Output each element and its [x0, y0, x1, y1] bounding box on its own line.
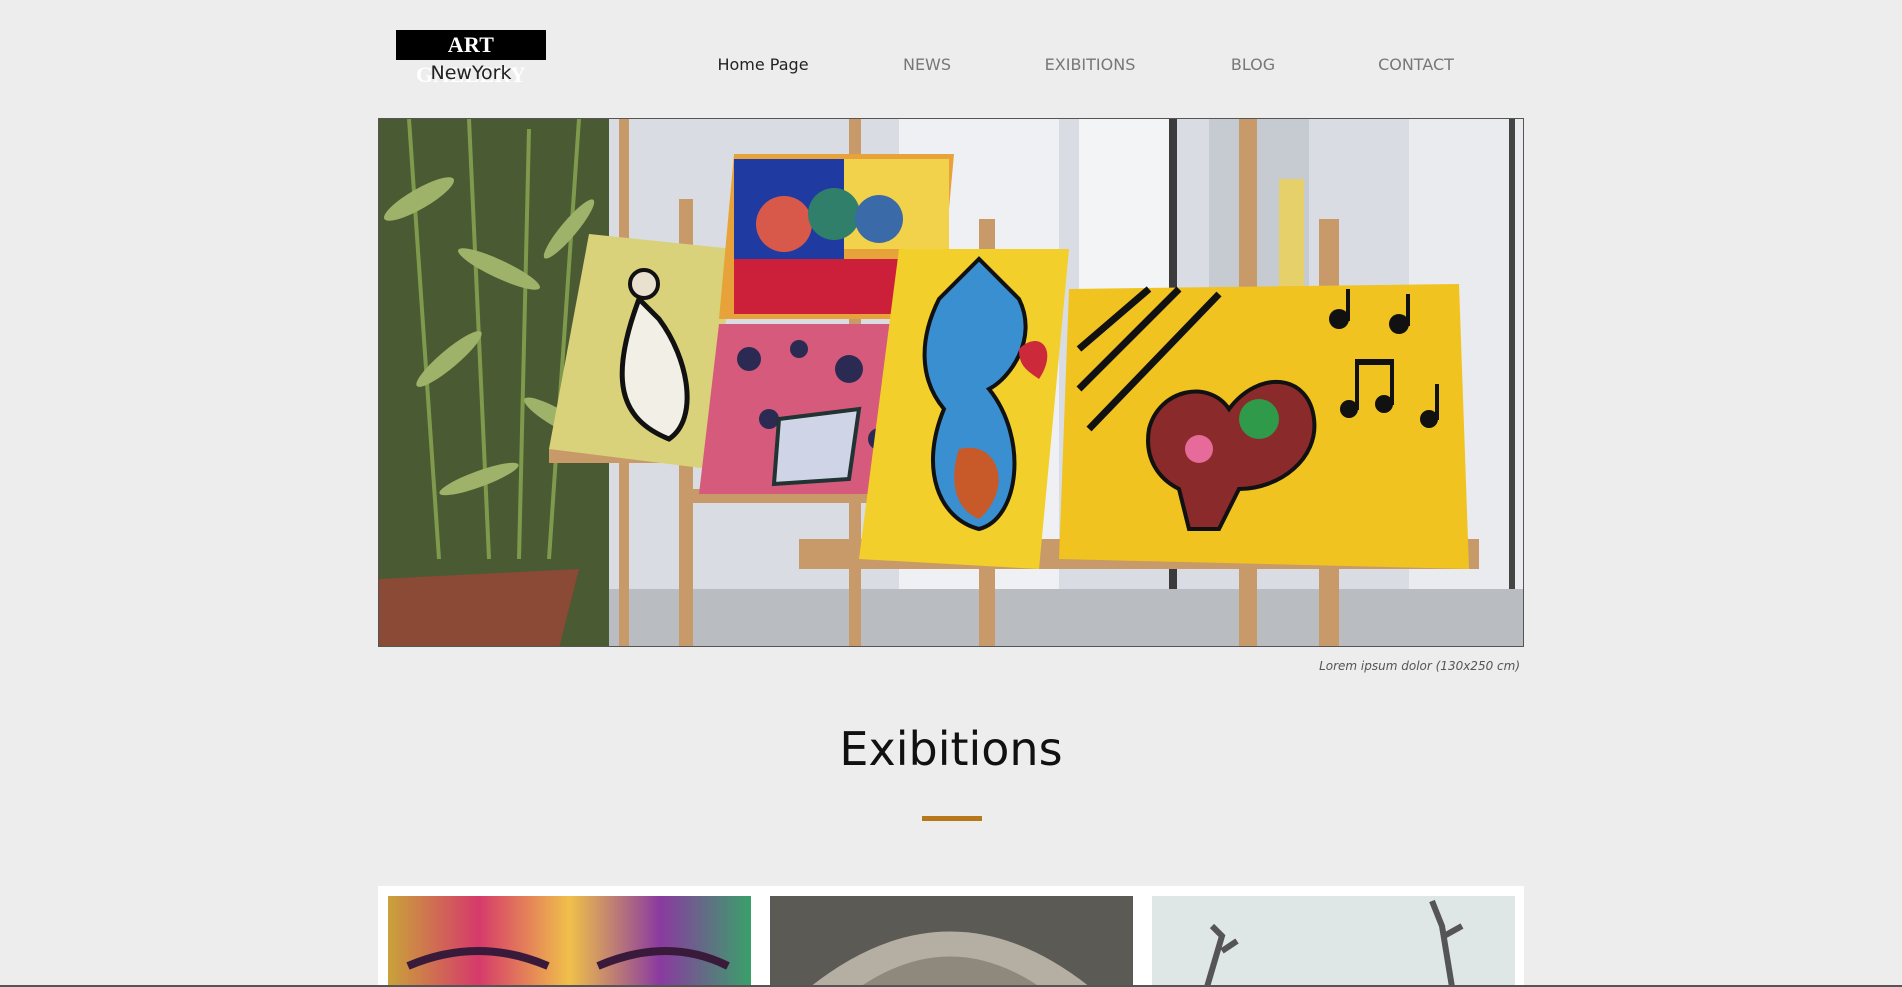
- exhibition-cards: [378, 886, 1524, 987]
- exhibition-card-stone-arch[interactable]: [770, 896, 1133, 987]
- nav-blog[interactable]: BLOG: [1231, 55, 1275, 74]
- logo-title: ART GALLERY: [396, 30, 546, 87]
- nav-home[interactable]: Home Page: [717, 55, 808, 74]
- title-divider: [922, 816, 982, 821]
- site-logo[interactable]: ART GALLERY NewYork: [396, 30, 546, 87]
- nav-news[interactable]: NEWS: [903, 55, 951, 74]
- section-title: Exibitions: [839, 722, 1063, 776]
- exhibition-card-painted-face[interactable]: [388, 896, 751, 987]
- hero-image: [378, 118, 1524, 647]
- hero-caption: Lorem ipsum dolor (130x250 cm): [1319, 659, 1520, 673]
- nav-contact[interactable]: CONTACT: [1378, 55, 1454, 74]
- exhibition-card-antlers[interactable]: [1152, 896, 1515, 987]
- nav-exhibitions[interactable]: EXIBITIONS: [1045, 55, 1136, 74]
